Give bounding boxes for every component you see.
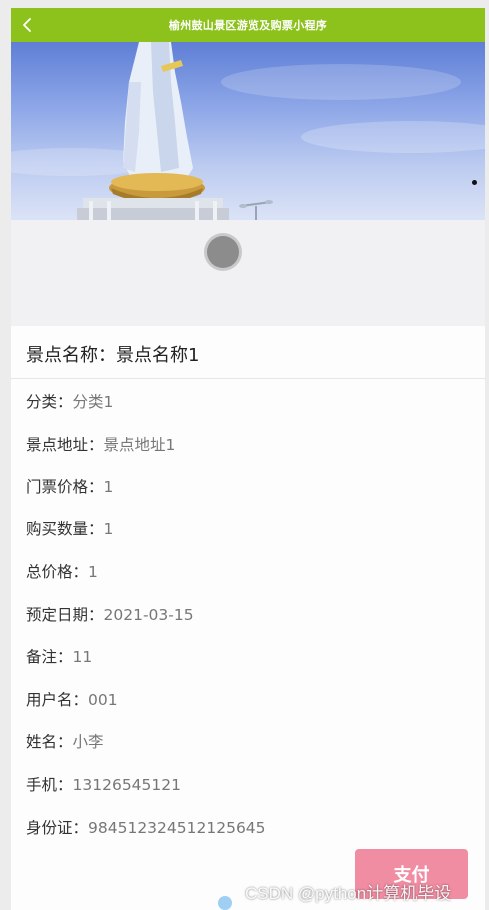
field-label: 景点地址：	[26, 436, 104, 454]
loading-spinner-icon	[207, 236, 239, 268]
guanyin-statue-photo	[11, 42, 485, 220]
field-id-card: 身份证：984512324512125645	[26, 816, 266, 838]
navbar: 榆州鼓山景区游览及购票小程序	[11, 8, 485, 42]
floating-indicator	[218, 896, 232, 910]
field-value: 984512324512125645	[88, 819, 266, 837]
field-value: 001	[88, 691, 118, 709]
field-label: 手机：	[26, 776, 73, 794]
field-total-price: 总价格：1	[26, 560, 98, 582]
attraction-name-value: 景点名称1	[116, 345, 200, 366]
field-category: 分类：分类1	[26, 390, 113, 412]
field-label: 门票价格：	[26, 478, 104, 496]
field-name: 姓名：小李	[26, 730, 104, 752]
field-label: 姓名：	[26, 733, 73, 751]
field-value: 1	[88, 563, 98, 581]
field-phone: 手机：13126545121	[26, 773, 181, 795]
field-remark: 备注：11	[26, 645, 92, 667]
field-value: 2021-03-15	[103, 606, 194, 624]
field-label: 总价格：	[26, 563, 89, 581]
field-value: 小李	[72, 733, 104, 751]
field-label: 身份证：	[26, 819, 89, 837]
field-label: 用户名：	[26, 691, 89, 709]
field-ticket-price: 门票价格：1	[26, 475, 113, 497]
ticket-detail-panel: 景点名称：景点名称1 分类：分类1 景点地址：景点地址1 门票价格：1 购买数量…	[11, 326, 485, 910]
field-value: 1	[103, 478, 114, 496]
field-label: 备注：	[26, 648, 73, 666]
field-value: 1	[103, 520, 114, 538]
carousel-dot-icon[interactable]	[472, 180, 477, 185]
divider	[11, 378, 485, 379]
page-title: 榆州鼓山景区游览及购票小程序	[168, 19, 328, 32]
banner-carousel[interactable]	[11, 42, 485, 220]
field-quantity: 购买数量：1	[26, 517, 113, 539]
field-value: 13126545121	[72, 776, 181, 794]
field-username: 用户名：001	[26, 688, 118, 710]
field-value: 分类1	[72, 393, 114, 411]
field-label: 预定日期：	[26, 606, 104, 624]
field-address: 景点地址：景点地址1	[26, 433, 175, 455]
field-label: 分类：	[26, 393, 73, 411]
attraction-name: 景点名称：景点名称1	[26, 341, 199, 367]
field-value: 11	[72, 648, 93, 666]
loading-area	[11, 220, 485, 326]
field-label: 购买数量：	[26, 520, 104, 538]
field-booking-date: 预定日期：2021-03-15	[26, 603, 194, 625]
attraction-name-label: 景点名称：	[26, 345, 116, 366]
watermark: CSDN @python计算机毕设	[245, 884, 452, 903]
app-screen: 榆州鼓山景区游览及购票小程序 景点名称：景点名称1 分类：分类1 景点地址：景点…	[11, 8, 485, 910]
field-value: 景点地址1	[103, 436, 176, 454]
